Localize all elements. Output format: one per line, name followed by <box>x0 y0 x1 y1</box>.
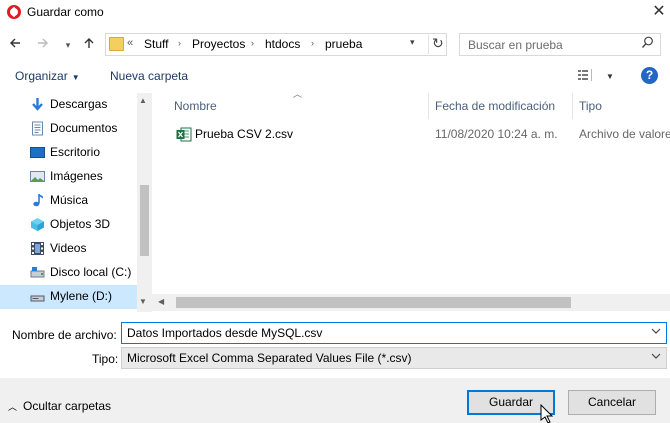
film-icon <box>30 241 45 256</box>
sidebar-item-imagenes[interactable]: Imágenes <box>0 165 137 189</box>
search-input[interactable]: Buscar en prueba <box>459 33 661 56</box>
sidebar-item-mylene[interactable]: Mylene (D:) <box>0 285 137 309</box>
filename-dropdown-chevron-icon[interactable] <box>651 327 661 337</box>
window-title: Guardar como <box>27 5 104 19</box>
sidebar-item-label: Videos <box>50 241 87 255</box>
documents-icon <box>30 121 45 136</box>
scroll-left-chevron-icon[interactable]: ◀ <box>158 297 164 306</box>
hide-folders-label: Ocultar carpetas <box>23 399 112 413</box>
navigation-scroll-thumb[interactable] <box>140 185 149 256</box>
filetype-select[interactable]: Microsoft Excel Comma Separated Values F… <box>121 347 667 369</box>
opera-logo-icon <box>7 5 21 19</box>
up-arrow-icon[interactable] <box>80 34 98 56</box>
filetype-value: Microsoft Excel Comma Separated Values F… <box>127 351 412 365</box>
sidebar-item-label: Objetos 3D <box>50 217 111 231</box>
file-name: Prueba CSV 2.csv <box>195 127 294 141</box>
sidebar-item-label: Descargas <box>50 97 108 111</box>
organize-label: Organizar <box>15 69 68 83</box>
sidebar-item-objetos-3d[interactable]: Objetos 3D <box>0 213 137 237</box>
back-arrow-icon[interactable] <box>6 34 24 56</box>
breadcrumb-item[interactable]: Stuff <box>144 37 168 51</box>
sidebar-item-documentos[interactable]: Documentos <box>0 117 137 141</box>
desktop-icon <box>30 145 45 160</box>
cancel-button[interactable]: Cancelar <box>568 390 656 415</box>
sidebar-item-label: Documentos <box>50 121 118 135</box>
sidebar-item-label: Disco local (C:) <box>50 265 132 279</box>
hard-drive-icon <box>30 265 45 280</box>
download-arrow-icon <box>30 97 45 112</box>
chevron-down-icon: ▼ <box>71 73 80 82</box>
sidebar-item-disco-local[interactable]: Disco local (C:) <box>0 261 137 285</box>
sidebar-item-label: Mylene (D:) <box>50 289 113 303</box>
filename-input[interactable]: Datos Importados desde MySQL.csv <box>121 322 667 344</box>
new-folder-button[interactable]: Nueva carpeta <box>110 69 188 83</box>
sidebar-item-label: Música <box>50 193 89 207</box>
sidebar-item-descargas[interactable]: Descargas <box>0 93 137 117</box>
column-divider[interactable] <box>572 93 573 119</box>
excel-file-icon <box>176 127 192 142</box>
refresh-icon[interactable]: ↻ <box>428 35 444 54</box>
column-header-date[interactable]: Fecha de modificación <box>435 99 555 113</box>
cube-3d-icon <box>30 217 45 232</box>
sidebar-item-musica[interactable]: Música <box>0 189 137 213</box>
sidebar-item-escritorio[interactable]: Escritorio <box>0 141 137 165</box>
column-header-name[interactable]: Nombre <box>174 99 217 113</box>
help-button[interactable]: ? <box>641 67 658 84</box>
breadcrumb-item[interactable]: Proyectos <box>192 37 245 51</box>
file-type: Archivo de valores <box>579 127 670 141</box>
folder-icon <box>109 37 124 51</box>
column-header-type[interactable]: Tipo <box>579 99 602 113</box>
sort-ascending-icon: ︿ <box>293 89 303 99</box>
hide-folders-toggle[interactable]: ︿ Ocultar carpetas <box>8 399 111 413</box>
search-placeholder: Buscar en prueba <box>468 38 563 52</box>
file-modified-date: 11/08/2020 10:24 a. m. <box>435 127 558 141</box>
music-note-icon <box>30 193 45 208</box>
chevron-up-icon: ︿ <box>8 402 18 412</box>
sidebar-item-label: Escritorio <box>50 145 101 159</box>
drive-icon <box>30 289 45 304</box>
breadcrumb-overflow[interactable]: « <box>127 37 133 49</box>
close-button[interactable]: ✕ <box>648 1 670 23</box>
breadcrumb-separator-icon[interactable]: › <box>251 38 254 48</box>
breadcrumb-separator-icon[interactable]: › <box>178 38 181 48</box>
column-divider[interactable] <box>428 93 429 119</box>
breadcrumb-item[interactable]: htdocs <box>265 37 300 51</box>
filename-label: Nombre de archivo: <box>12 328 117 342</box>
address-bar[interactable]: « Stuff › Proyectos › htdocs › prueba ▾ … <box>105 33 447 56</box>
recent-locations-chevron-icon[interactable]: ▾ <box>61 34 75 56</box>
filetype-label: Tipo: <box>92 352 119 366</box>
pictures-icon <box>30 169 45 184</box>
breadcrumb-separator-icon[interactable]: › <box>311 38 314 48</box>
scroll-up-chevron-icon[interactable]: ▲ <box>139 96 147 105</box>
address-dropdown-chevron-icon[interactable]: ▾ <box>410 37 415 48</box>
view-options-icon[interactable] <box>578 69 596 84</box>
sidebar-item-label: Imágenes <box>50 169 103 183</box>
sidebar-item-videos[interactable]: Videos <box>0 237 137 261</box>
search-icon[interactable] <box>641 36 654 52</box>
mouse-pointer-icon <box>540 403 554 423</box>
forward-arrow-icon[interactable] <box>34 34 52 56</box>
horizontal-scroll-thumb[interactable] <box>176 297 571 308</box>
filename-value: Datos Importados desde MySQL.csv <box>127 326 323 340</box>
organize-button[interactable]: Organizar ▼ <box>15 69 80 83</box>
view-dropdown-chevron-icon[interactable]: ▼ <box>606 72 614 81</box>
breadcrumb-item[interactable]: prueba <box>325 37 362 51</box>
scroll-down-chevron-icon[interactable]: ▼ <box>139 297 147 306</box>
filetype-dropdown-chevron-icon[interactable] <box>651 352 661 362</box>
